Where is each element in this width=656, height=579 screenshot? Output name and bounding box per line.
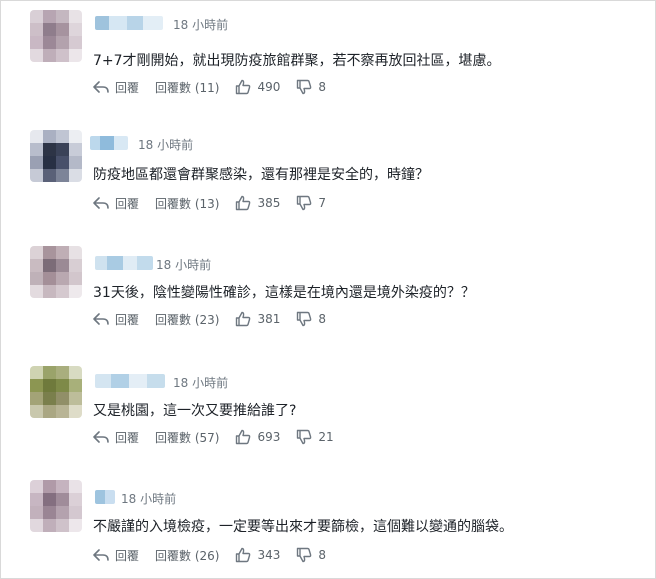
replies-count-button[interactable]: 回覆數 (11) [155, 79, 219, 96]
like-button[interactable]: 385 [235, 195, 280, 211]
reply-button[interactable]: 回覆 [93, 311, 139, 328]
timestamp: 18 小時前 [121, 492, 177, 506]
dislike-button[interactable]: 8 [296, 311, 326, 327]
comment-actions: 回覆 回覆數 (26) 343 8 [93, 546, 342, 564]
reply-label: 回覆 [115, 196, 140, 211]
comment-text: 不嚴謹的入境檢疫，一定要等出來才要篩檢，這個難以變通的腦袋。 [93, 519, 513, 535]
replies-count-label: 回覆數 (11) [155, 80, 220, 95]
timestamp: 18 小時前 [156, 258, 212, 272]
thumbs-up-icon [236, 195, 251, 211]
reply-icon [93, 81, 109, 93]
like-button[interactable]: 693 [235, 429, 280, 445]
username[interactable] [95, 374, 165, 388]
username[interactable] [95, 256, 153, 270]
replies-count-button[interactable]: 回覆數 (57) [155, 429, 219, 446]
avatar[interactable] [30, 366, 82, 418]
avatar[interactable] [30, 130, 82, 182]
comment-text: 防疫地區都還會群聚感染，還有那裡是安全的，時鐘？ [93, 167, 429, 183]
thumbs-down-icon [297, 429, 312, 445]
reply-label: 回覆 [115, 80, 140, 95]
timestamp: 18 小時前 [138, 138, 194, 152]
replies-count-label: 回覆數 (13) [155, 196, 220, 211]
replies-count-label: 回覆數 (26) [155, 548, 220, 563]
avatar[interactable] [30, 480, 82, 532]
timestamp: 18 小時前 [173, 376, 229, 390]
username[interactable] [95, 16, 163, 30]
dislike-button[interactable]: 7 [296, 195, 326, 211]
replies-count-label: 回覆數 (57) [155, 430, 220, 445]
like-count: 343 [257, 548, 281, 562]
reply-label: 回覆 [115, 548, 140, 563]
comment-text: 又是桃園，這一次又要推給誰了? [93, 403, 297, 419]
like-button[interactable]: 343 [235, 547, 280, 563]
dislike-count: 8 [318, 80, 327, 94]
reply-button[interactable]: 回覆 [93, 195, 139, 212]
comment-actions: 回覆 回覆數 (11) 490 8 [93, 78, 342, 96]
reply-icon [93, 431, 109, 443]
replies-count-button[interactable]: 回覆數 (13) [155, 195, 219, 212]
username[interactable] [95, 490, 115, 504]
reply-label: 回覆 [115, 430, 140, 445]
dislike-button[interactable]: 8 [296, 547, 326, 563]
thumbs-up-icon [236, 429, 251, 445]
thumbs-down-icon [297, 311, 312, 327]
comment-actions: 回覆 回覆數 (23) 381 8 [93, 310, 342, 328]
like-button[interactable]: 381 [235, 311, 280, 327]
timestamp: 18 小時前 [173, 18, 229, 32]
reply-icon [93, 549, 109, 561]
dislike-count: 8 [318, 312, 327, 326]
username[interactable] [90, 136, 128, 150]
dislike-count: 8 [318, 548, 327, 562]
reply-button[interactable]: 回覆 [93, 547, 139, 564]
comment-actions: 回覆 回覆數 (57) 693 21 [93, 428, 350, 446]
like-count: 693 [257, 430, 281, 444]
dislike-count: 7 [318, 196, 327, 210]
thumbs-up-icon [236, 311, 251, 327]
like-count: 385 [257, 196, 281, 210]
dislike-button[interactable]: 8 [296, 79, 326, 95]
like-button[interactable]: 490 [235, 79, 280, 95]
reply-icon [93, 313, 109, 325]
thumbs-up-icon [236, 79, 251, 95]
thumbs-down-icon [297, 547, 312, 563]
comment-actions: 回覆 回覆數 (13) 385 7 [93, 194, 342, 212]
comment-text: 7+7才剛開始，就出現防疫旅館群聚，若不察再放回社區，堪慮。 [93, 53, 501, 69]
replies-count-label: 回覆數 (23) [155, 312, 220, 327]
dislike-button[interactable]: 21 [296, 429, 334, 445]
thumbs-down-icon [297, 195, 312, 211]
reply-button[interactable]: 回覆 [93, 429, 139, 446]
dislike-count: 21 [318, 430, 334, 444]
thumbs-up-icon [236, 547, 251, 563]
replies-count-button[interactable]: 回覆數 (26) [155, 547, 219, 564]
reply-button[interactable]: 回覆 [93, 79, 139, 96]
avatar[interactable] [30, 10, 82, 62]
like-count: 381 [257, 312, 281, 326]
replies-count-button[interactable]: 回覆數 (23) [155, 311, 219, 328]
thumbs-down-icon [297, 79, 312, 95]
avatar[interactable] [30, 246, 82, 298]
reply-label: 回覆 [115, 312, 140, 327]
comment-text: 31天後，陰性變陽性確診，這樣是在境內還是境外染疫的？？ [93, 285, 475, 301]
like-count: 490 [257, 80, 281, 94]
reply-icon [93, 197, 109, 209]
